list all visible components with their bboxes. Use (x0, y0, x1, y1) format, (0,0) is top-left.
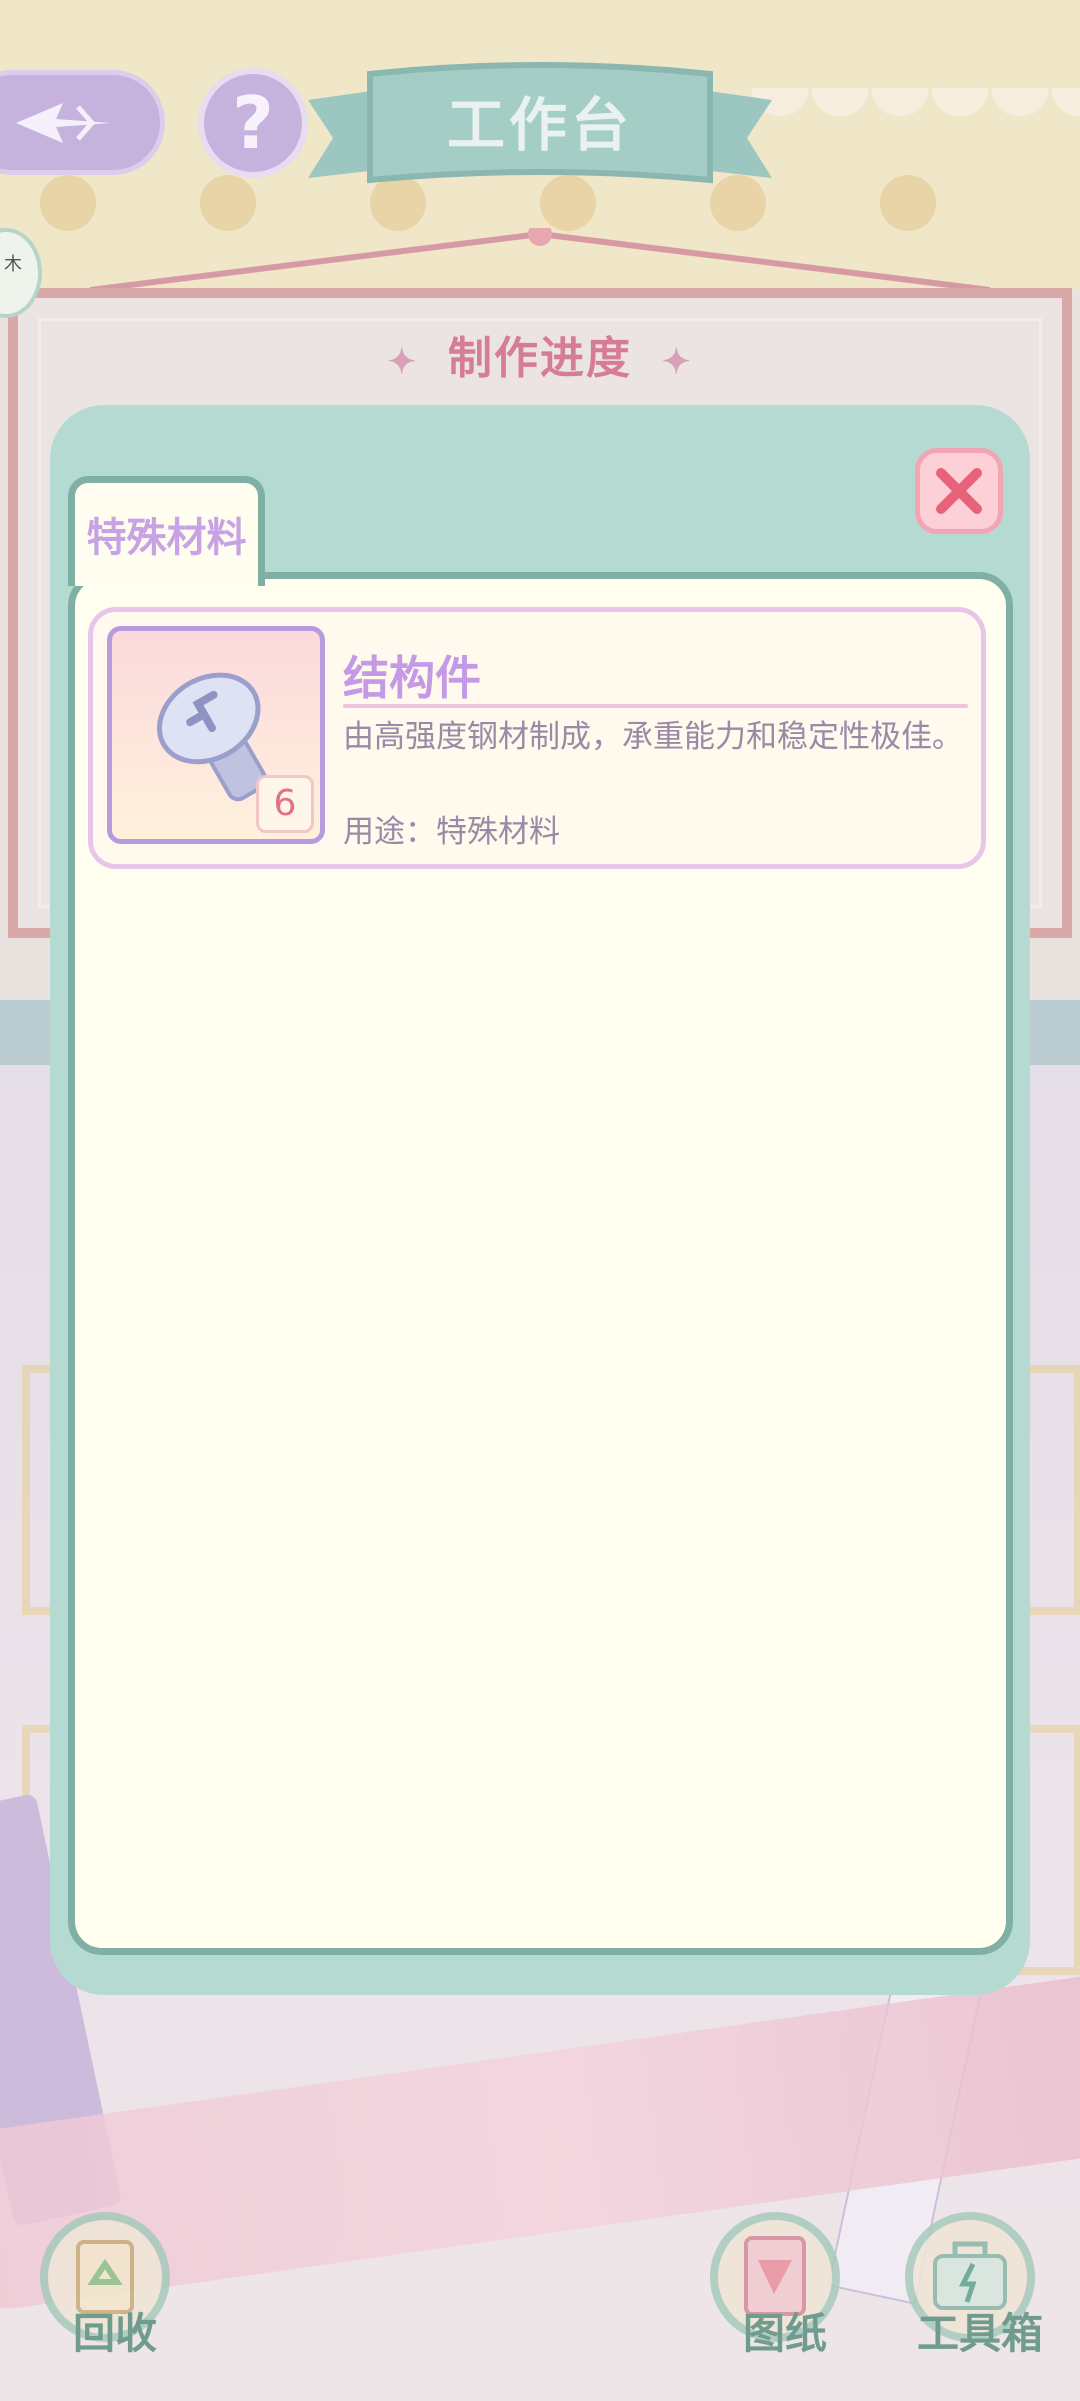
nav-recycle-label: 回收 (72, 2309, 157, 2358)
page-title: 工作台 (446, 91, 633, 159)
list-item[interactable]: 6 结构件 由高强度钢材制成，承重能力和稳定性极佳。 用途：特殊材料 (88, 607, 986, 869)
progress-title: ✦ 制作进度 ✦ (0, 322, 1080, 386)
nav-toolbox-label: 工具箱 (916, 2309, 1043, 2358)
question-icon: ? (232, 81, 274, 165)
item-count-badge: 6 (256, 775, 314, 833)
item-icon-box: 6 (107, 626, 325, 844)
nav-toolbox-button[interactable]: 工具箱 (885, 2200, 1075, 2390)
nav-blueprint-label: 图纸 (742, 2309, 827, 2358)
progress-title-text: 制作进度 (448, 333, 632, 384)
divider (343, 704, 968, 708)
bg-dot (40, 175, 96, 231)
close-icon (936, 468, 982, 514)
tab-label: 特殊材料 (86, 515, 247, 561)
item-description: 由高强度钢材制成，承重能力和稳定性极佳。 (343, 719, 963, 755)
back-arrow-icon (15, 102, 110, 143)
back-button[interactable] (0, 70, 165, 175)
item-name: 结构件 (343, 651, 481, 705)
nav-blueprint-button[interactable]: 图纸 (690, 2200, 880, 2390)
close-button[interactable] (915, 448, 1003, 534)
bg-dot (880, 175, 936, 231)
sparkle-icon: ✦ (387, 342, 418, 382)
background-scallop (750, 88, 1080, 148)
nav-recycle-button[interactable]: 回收 (20, 2200, 210, 2390)
sparkle-icon: ✦ (662, 342, 693, 382)
help-button[interactable]: ? (198, 68, 308, 178)
bg-dot (200, 175, 256, 231)
item-usage: 用途：特殊材料 (343, 814, 560, 850)
